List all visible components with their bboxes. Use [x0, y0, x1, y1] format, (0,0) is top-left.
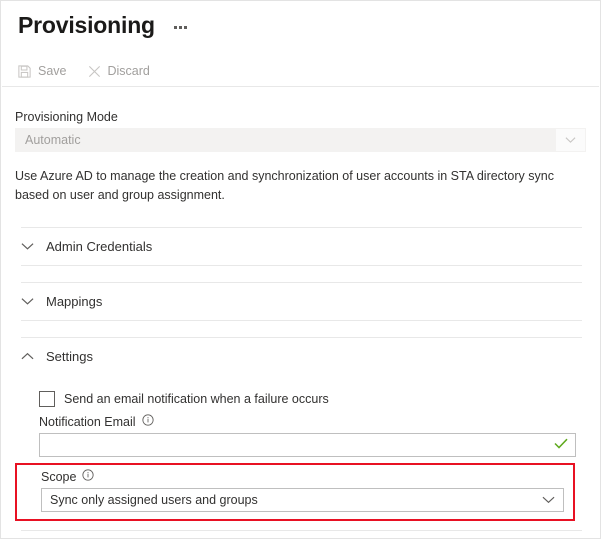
email-notification-checkbox[interactable]: [39, 391, 55, 407]
accordion-spacer: [15, 266, 586, 282]
accordion-mappings[interactable]: Mappings: [15, 283, 586, 320]
command-bar-divider: [2, 86, 599, 87]
discard-button[interactable]: Discard: [85, 61, 152, 82]
info-circle-icon[interactable]: [82, 469, 94, 484]
scope-label-text: Scope: [41, 470, 76, 484]
ellipsis-dot: [174, 26, 177, 29]
notification-email-input[interactable]: [40, 433, 549, 457]
form-body: Provisioning Mode Automatic Use Azure AD…: [1, 110, 600, 539]
page-title: Provisioning: [18, 11, 155, 39]
chevron-down-icon: [555, 129, 585, 151]
email-notification-row[interactable]: Send an email notification when a failur…: [39, 391, 586, 407]
accordion-admin-credentials[interactable]: Admin Credentials: [15, 228, 586, 265]
scope-select[interactable]: Sync only assigned users and groups: [41, 488, 564, 512]
accordion-label: Mappings: [46, 294, 102, 309]
close-x-icon: [87, 64, 102, 79]
scope-label: Scope: [41, 469, 573, 484]
chevron-down-icon: [21, 294, 34, 309]
provisioning-mode-value: Automatic: [25, 133, 81, 147]
save-floppy-icon: [17, 64, 32, 79]
accordion-group: Admin Credentials Mappings: [15, 227, 586, 521]
provisioning-panel: Provisioning Save Discar: [0, 0, 601, 539]
save-button[interactable]: Save: [15, 61, 69, 82]
scope-highlight-box: Scope Sync only assigned users and group…: [15, 463, 575, 521]
ellipsis-dot: [179, 26, 182, 29]
scope-value: Sync only assigned users and groups: [50, 493, 258, 507]
accordion-label: Settings: [46, 349, 93, 364]
command-bar: Save Discard: [1, 54, 600, 88]
notification-email-label-text: Notification Email: [39, 415, 136, 429]
title-row: Provisioning: [1, 1, 600, 39]
overflow-menu-icon[interactable]: [171, 24, 190, 31]
discard-label: Discard: [108, 64, 150, 78]
provisioning-description: Use Azure AD to manage the creation and …: [15, 167, 586, 205]
provisioning-status-section: Provisioning Status On Off: [15, 531, 586, 539]
provisioning-mode-label: Provisioning Mode: [15, 110, 586, 124]
notification-email-input-wrap[interactable]: [39, 433, 576, 457]
info-circle-icon[interactable]: [142, 414, 154, 429]
email-notification-label: Send an email notification when a failur…: [64, 392, 329, 406]
green-check-icon: [554, 436, 568, 454]
chevron-down-icon: [21, 239, 34, 254]
settings-panel: Send an email notification when a failur…: [15, 375, 586, 521]
save-label: Save: [38, 64, 67, 78]
accordion-label: Admin Credentials: [46, 239, 152, 254]
accordion-settings[interactable]: Settings: [15, 338, 586, 375]
accordion-spacer: [15, 321, 586, 337]
provisioning-mode-select[interactable]: Automatic: [15, 128, 586, 152]
notification-email-label: Notification Email: [39, 414, 586, 429]
chevron-up-icon: [21, 349, 34, 364]
chevron-down-icon: [542, 496, 555, 505]
ellipsis-dot: [184, 26, 187, 29]
